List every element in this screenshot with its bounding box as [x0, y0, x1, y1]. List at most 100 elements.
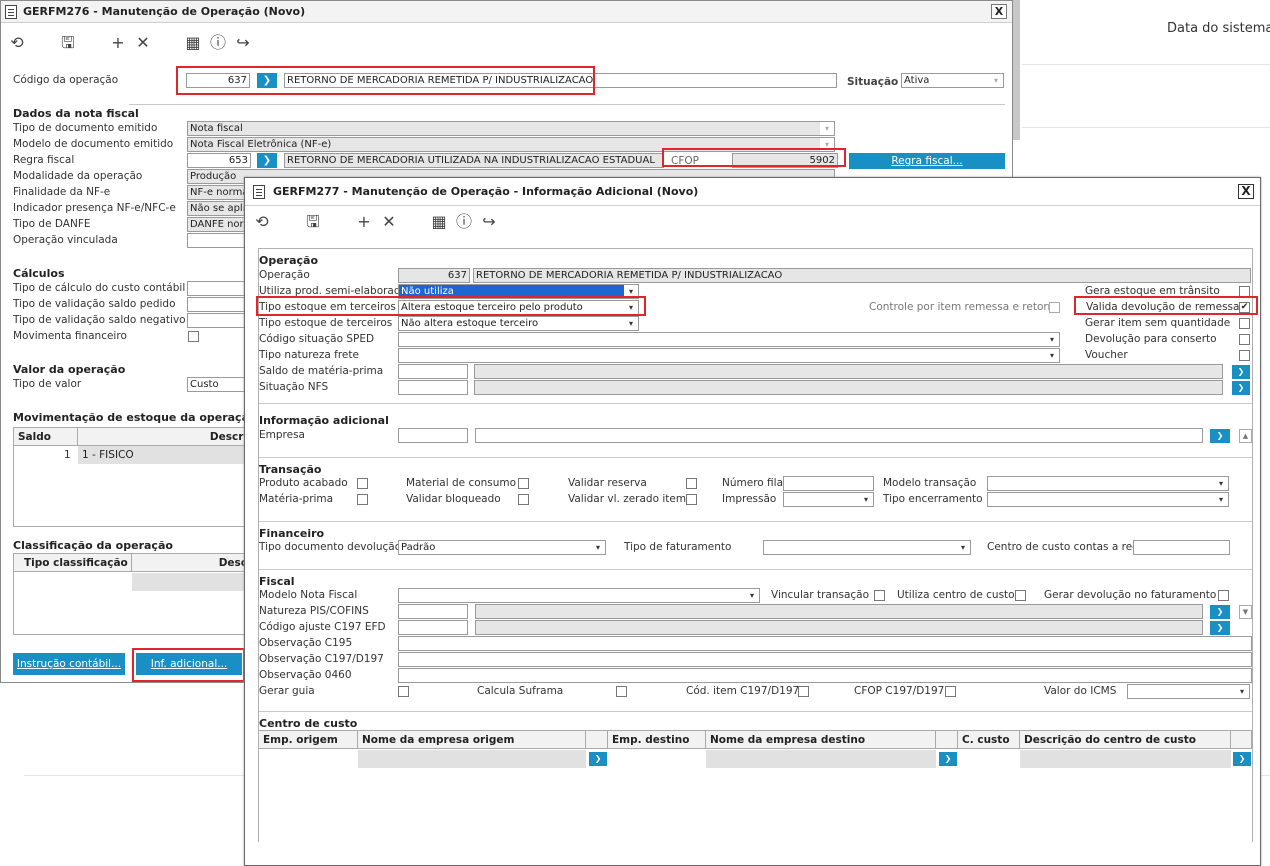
prod-acabado-checkbox[interactable]	[357, 478, 368, 489]
vinculada-input[interactable]	[187, 233, 251, 248]
validar-vl-checkbox[interactable]	[686, 494, 697, 505]
saldo-mp-input[interactable]	[398, 364, 468, 379]
obs-c197-input[interactable]	[398, 652, 1252, 667]
voucher-checkbox[interactable]	[1239, 350, 1250, 361]
regra-lookup-button[interactable]: ❯	[257, 153, 277, 168]
validar-reserva-checkbox[interactable]	[686, 478, 697, 489]
bg-scrollbar[interactable]	[1013, 0, 1020, 140]
obs-c195-input[interactable]	[398, 636, 1252, 651]
ajuste-input[interactable]	[398, 620, 468, 635]
valida-dev-checkbox[interactable]: ✔	[1239, 302, 1250, 313]
save-icon[interactable]: 🖫	[59, 34, 77, 52]
scroll-up-icon[interactable]: ▲	[1239, 429, 1252, 443]
plus-icon[interactable]: +	[109, 34, 127, 52]
centro-receber-input[interactable]	[1133, 540, 1230, 555]
empresa-input[interactable]	[398, 428, 468, 443]
destino-lookup-button[interactable]: ❯	[939, 752, 957, 766]
calendar-icon[interactable]: ▦	[184, 34, 202, 52]
saldo-mp-lookup-button[interactable]: ❯	[1232, 365, 1250, 379]
undo-icon[interactable]: ⟲	[8, 34, 26, 52]
natureza-lookup-button[interactable]: ❯	[1210, 605, 1230, 619]
mov-financeiro-checkbox[interactable]	[188, 331, 199, 342]
help-icon[interactable]: ⓘ	[209, 34, 227, 52]
valor-icms-select[interactable]: ▾	[1127, 684, 1250, 699]
plus-icon[interactable]: +	[355, 213, 373, 231]
gera-transito-checkbox[interactable]	[1239, 286, 1250, 297]
frete-select[interactable]: ▾	[398, 348, 1060, 363]
tipo-estoque-em-select[interactable]: Altera estoque terceiro pelo produto ▾	[398, 300, 639, 315]
chevron-down-icon[interactable]: ▾	[1235, 685, 1249, 698]
regra-fiscal-button[interactable]: Regra fiscal...	[849, 153, 1005, 169]
valid-negativo-select[interactable]	[187, 313, 251, 328]
x-icon[interactable]: ✕	[134, 34, 152, 52]
tipo-valor-select[interactable]: Custo	[187, 377, 251, 392]
utiliza-centro-checkbox[interactable]	[1015, 590, 1026, 601]
undo-icon[interactable]: ⟲	[253, 213, 271, 231]
chevron-down-icon[interactable]: ▾	[745, 589, 759, 602]
help-icon[interactable]: ⓘ	[455, 213, 473, 231]
modelo-doc-select[interactable]: Nota Fiscal Eletrônica (NF-e) ▾	[187, 137, 835, 152]
impressao-select[interactable]: ▾	[783, 492, 874, 507]
save-icon[interactable]: 🖫	[304, 213, 322, 231]
chevron-down-icon[interactable]: ▾	[820, 122, 834, 135]
tipo-doc-dev-select[interactable]: Padrão ▾	[398, 540, 606, 555]
ajuste-lookup-button[interactable]: ❯	[1210, 621, 1230, 635]
vincular-checkbox[interactable]	[874, 590, 885, 601]
modelo-transacao-select[interactable]: ▾	[987, 476, 1229, 491]
empresa-lookup-button[interactable]: ❯	[1210, 429, 1230, 443]
exit-icon[interactable]: ↪	[234, 34, 252, 52]
gerar-dev-checkbox[interactable]	[1218, 590, 1229, 601]
inf-adicional-button[interactable]: Inf. adicional...	[136, 653, 242, 675]
codigo-input[interactable]: 637	[186, 73, 250, 88]
grid-cell-saldo[interactable]: 1	[64, 449, 71, 461]
gerar-item-checkbox[interactable]	[1239, 318, 1250, 329]
grid-cell-desc[interactable]: 1 - FISICO	[78, 446, 254, 464]
sped-select[interactable]: ▾	[398, 332, 1060, 347]
tipo-encerramento-select[interactable]: ▾	[987, 492, 1229, 507]
chevron-down-icon[interactable]: ▾	[820, 138, 834, 151]
chevron-down-icon[interactable]: ▾	[624, 301, 638, 314]
chevron-down-icon[interactable]: ▾	[624, 285, 638, 298]
regra-input[interactable]: 653	[187, 153, 251, 168]
chevron-down-icon[interactable]: ▾	[624, 317, 638, 330]
chevron-down-icon[interactable]: ▾	[989, 74, 1003, 87]
validar-bloq-checkbox[interactable]	[518, 494, 529, 505]
origem-lookup-button[interactable]: ❯	[589, 752, 607, 766]
chevron-down-icon[interactable]: ▾	[1045, 349, 1059, 362]
custo-contabil-select[interactable]	[187, 281, 251, 296]
classif-cell[interactable]	[132, 573, 254, 591]
close-button[interactable]: X	[1238, 184, 1254, 199]
chevron-down-icon[interactable]: ▾	[956, 541, 970, 554]
situacao-select[interactable]: Ativa ▾	[901, 73, 1004, 88]
chevron-down-icon[interactable]: ▾	[1214, 477, 1228, 490]
natureza-input[interactable]	[398, 604, 468, 619]
valid-pedido-select[interactable]	[187, 297, 251, 312]
suframa-checkbox[interactable]	[616, 686, 627, 697]
tipo-estoque-de-select[interactable]: Não altera estoque terceiro ▾	[398, 316, 639, 331]
numero-fila-input[interactable]	[783, 476, 874, 491]
situacao-nfs-lookup-button[interactable]: ❯	[1232, 381, 1250, 395]
utiliza-select[interactable]: Não utiliza ▾	[398, 284, 639, 299]
cell-nome-origem[interactable]	[358, 750, 586, 768]
cell-nome-destino[interactable]	[706, 750, 936, 768]
close-button[interactable]: X	[991, 4, 1007, 19]
tipo-fat-select[interactable]: ▾	[763, 540, 971, 555]
tipo-doc-select[interactable]: Nota fiscal ▾	[187, 121, 835, 136]
custo-lookup-button[interactable]: ❯	[1233, 752, 1251, 766]
calendar-icon[interactable]: ▦	[430, 213, 448, 231]
codigo-lookup-button[interactable]: ❯	[257, 73, 277, 88]
materia-prima-checkbox[interactable]	[357, 494, 368, 505]
instrucao-contabil-button[interactable]: Instrução contábil...	[13, 653, 125, 675]
gerar-guia-checkbox[interactable]	[398, 686, 409, 697]
situacao-nfs-input[interactable]	[398, 380, 468, 395]
chevron-down-icon[interactable]: ▾	[1214, 493, 1228, 506]
cfop-c197-checkbox[interactable]	[945, 686, 956, 697]
chevron-down-icon[interactable]: ▾	[591, 541, 605, 554]
scroll-down-icon[interactable]: ▼	[1239, 605, 1252, 619]
cod-item-checkbox[interactable]	[798, 686, 809, 697]
exit-icon[interactable]: ↪	[480, 213, 498, 231]
cell-desc-custo[interactable]	[1020, 750, 1231, 768]
chevron-down-icon[interactable]: ▾	[859, 493, 873, 506]
dev-conserto-checkbox[interactable]	[1239, 334, 1250, 345]
x-icon[interactable]: ✕	[380, 213, 398, 231]
